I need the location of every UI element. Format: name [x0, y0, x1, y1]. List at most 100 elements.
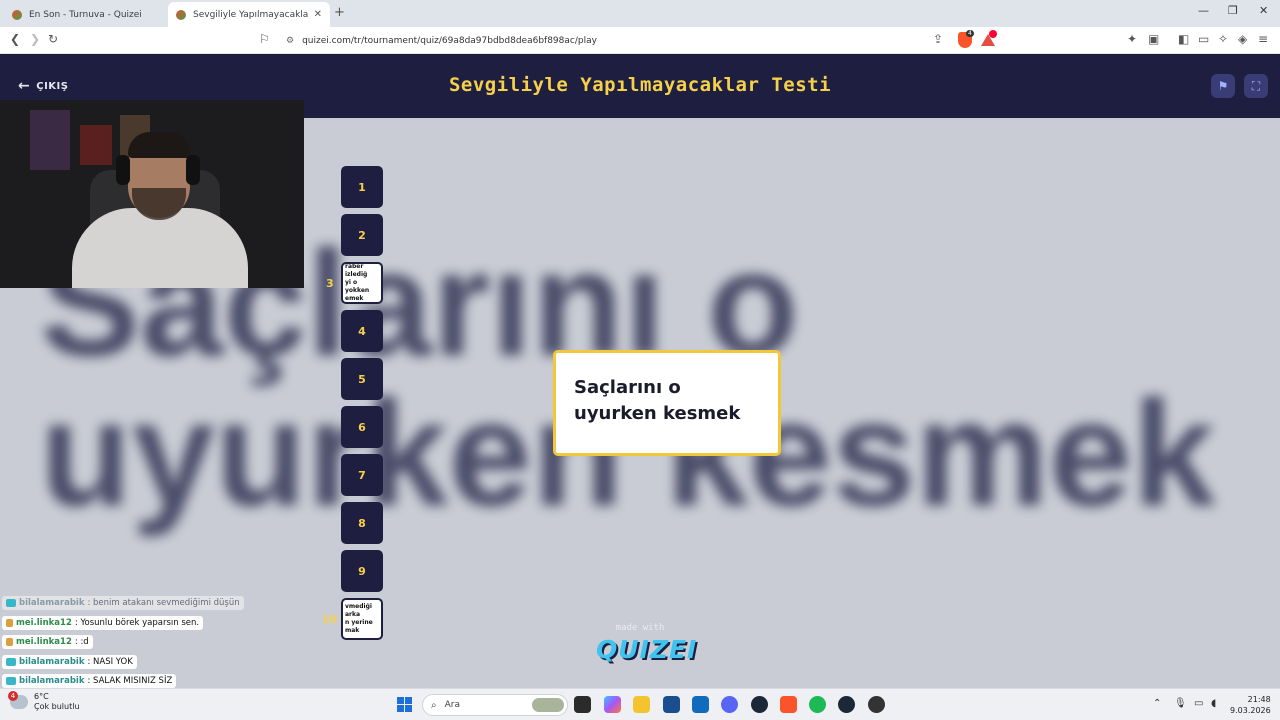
leo-ai-icon[interactable]: ✧ — [1218, 32, 1228, 46]
back-icon[interactable]: ❮ — [10, 32, 20, 46]
bracket-slot-6[interactable]: 6 — [341, 406, 383, 448]
weather-desc: Çok bulutlu — [34, 702, 80, 711]
search-icon: ⌕ — [431, 699, 437, 711]
chat-line: bilalamarabik : NASI YOK — [2, 655, 137, 669]
answer-text: Saçlarını o uyurken kesmek — [574, 377, 741, 424]
streamer-body — [72, 208, 248, 288]
chat-message: mei.linka12 : Yosunlu börek yaparsın sen… — [2, 612, 204, 631]
steam-icon[interactable] — [751, 696, 768, 713]
chat-message: mei.linka12 : :d — [2, 631, 93, 650]
tab-active-quiz[interactable]: Sevgiliyle Yapılmayacaklar Testi - ✕ — [168, 2, 330, 27]
shield-count-badge: 4 — [966, 30, 974, 37]
quizei-logo[interactable]: QUIZEI — [596, 635, 696, 664]
chat-text: : benim atakanı sevmediğimi düşün — [87, 598, 240, 608]
spotify-icon[interactable] — [809, 696, 826, 713]
network-icon[interactable]: ▭ — [1194, 698, 1203, 709]
fullscreen-icon[interactable]: ⛶ — [1244, 74, 1268, 98]
search-placeholder: Ara — [444, 700, 460, 710]
wall-frame — [80, 125, 112, 165]
slot-3-label: 3 — [326, 277, 334, 290]
chat-message: bilalamarabik : benim atakanı sevmediğim… — [2, 592, 244, 611]
site-info-icon[interactable]: ⚙ — [286, 36, 294, 46]
system-clock[interactable]: 21:48 9.03.2026 — [1230, 694, 1271, 716]
bracket-slot-7[interactable]: 7 — [341, 454, 383, 496]
chat-badge-icon — [6, 619, 13, 627]
copilot-icon[interactable] — [604, 696, 621, 713]
quiz-title: Sevgiliyle Yapılmayacaklar Testi — [448, 74, 832, 96]
wallet-icon[interactable]: ▭ — [1198, 32, 1209, 46]
bracket-slot-1[interactable]: 1 — [341, 166, 383, 208]
chat-message: bilalamarabik : NASI YOK — [2, 651, 137, 670]
outlook-icon[interactable] — [692, 696, 709, 713]
address-bar[interactable]: ⚙ quizei.com/tr/tournament/quiz/69a8da97… — [278, 30, 998, 51]
chat-line: bilalamarabik : benim atakanı sevmediğim… — [2, 596, 244, 610]
tab-search-icon[interactable]: ▣ — [1148, 32, 1159, 46]
bracket-slot-2[interactable]: 2 — [341, 214, 383, 256]
bracket-slot-8[interactable]: 8 — [341, 502, 383, 544]
bracket-slot-4[interactable]: 4 — [341, 310, 383, 352]
store-icon[interactable] — [663, 696, 680, 713]
app-icon[interactable] — [868, 696, 885, 713]
wall-jersey — [30, 110, 70, 170]
bracket-slot-3[interactable]: raber izlediğ yi o yokken emek — [341, 262, 383, 304]
bracket-slot-10[interactable]: vmediği arka n yerine mak — [341, 598, 383, 640]
chat-username: mei.linka12 — [16, 618, 72, 628]
weather-temp: 6°C — [34, 692, 49, 701]
forward-icon[interactable]: ❯ — [30, 32, 40, 46]
answer-card[interactable]: Saçlarını o uyurken kesmek — [553, 350, 781, 456]
headphone-left — [116, 155, 130, 185]
microphone-icon[interactable]: 🎙 — [1174, 698, 1187, 709]
vpn-icon[interactable]: ◈ — [1238, 32, 1247, 46]
minimize-icon[interactable]: — — [1198, 4, 1209, 17]
webcam-overlay — [0, 100, 304, 288]
new-tab-icon[interactable]: + — [334, 5, 345, 20]
slot-10-label: 10 — [322, 613, 338, 626]
chat-text: : :d — [74, 637, 89, 647]
windows-taskbar: 4 6°C Çok bulutlu ⌕ Ara ⌃ 🎙 ▭ ◖ 21:48 9.… — [0, 688, 1280, 720]
discord-icon[interactable] — [721, 696, 738, 713]
close-tab-icon[interactable]: ✕ — [314, 9, 322, 20]
chat-message: bilalamarabik : SALAK MISINIZ SİZ — [2, 670, 177, 689]
clock-date: 9.03.2026 — [1230, 706, 1271, 715]
share-icon[interactable]: ⇪ — [933, 32, 943, 46]
tab-title: En Son - Turnuva - Quizei — [29, 9, 142, 20]
bracket-slot-5[interactable]: 5 — [341, 358, 383, 400]
weather-widget[interactable]: 4 6°C Çok bulutlu — [8, 691, 80, 712]
bookmark-icon[interactable]: ⚐ — [259, 32, 270, 46]
browser-toolbar: ❮ ❯ ↻ ⚐ ⚙ quizei.com/tr/tournament/quiz/… — [0, 27, 1280, 54]
chat-text: : SALAK MISINIZ SİZ — [87, 676, 173, 686]
chat-text: : NASI YOK — [87, 657, 133, 667]
close-window-icon[interactable]: ✕ — [1259, 4, 1268, 17]
url-text: quizei.com/tr/tournament/quiz/69a8da97bd… — [302, 35, 597, 46]
browser-tabstrip: En Son - Turnuva - Quizei Sevgiliyle Yap… — [0, 0, 1280, 27]
taskbar-search[interactable]: ⌕ Ara — [422, 694, 568, 716]
bracket-slot-9[interactable]: 9 — [341, 550, 383, 592]
quizei-favicon-icon — [176, 9, 186, 20]
search-highlight-image — [532, 698, 564, 712]
volume-icon[interactable]: ◖ — [1211, 698, 1216, 709]
sidebar-icon[interactable]: ◧ — [1178, 32, 1189, 46]
reload-icon[interactable]: ↻ — [48, 32, 58, 46]
task-view-icon[interactable] — [574, 696, 591, 713]
menu-icon[interactable]: ≡ — [1258, 32, 1268, 46]
screen: En Son - Turnuva - Quizei Sevgiliyle Yap… — [0, 0, 1280, 720]
quizei-favicon-icon — [12, 9, 22, 20]
windows-start-icon[interactable] — [397, 697, 412, 712]
chat-badge-icon — [6, 658, 16, 666]
brave-icon[interactable] — [780, 696, 797, 713]
tab-en-son[interactable]: En Son - Turnuva - Quizei — [4, 2, 166, 27]
chevron-up-icon[interactable]: ⌃ — [1153, 698, 1161, 709]
made-with-label: made with — [615, 623, 665, 633]
file-explorer-icon[interactable] — [633, 696, 650, 713]
extensions-icon[interactable]: ✦ — [1127, 32, 1137, 46]
chat-line: bilalamarabik : SALAK MISINIZ SİZ — [2, 674, 177, 688]
chat-text: : Yosunlu börek yaparsın sen. — [74, 618, 200, 628]
weather-badge: 4 — [8, 691, 18, 701]
chat-username: bilalamarabik — [19, 598, 85, 608]
chat-badge-icon — [6, 599, 16, 607]
flag-icon[interactable]: ⚑ — [1211, 74, 1235, 98]
tab-title: Sevgiliyle Yapılmayacaklar Testi - — [193, 9, 308, 20]
headphone-right — [186, 155, 200, 185]
steam-icon[interactable] — [838, 696, 855, 713]
restore-icon[interactable]: ❐ — [1228, 4, 1238, 17]
